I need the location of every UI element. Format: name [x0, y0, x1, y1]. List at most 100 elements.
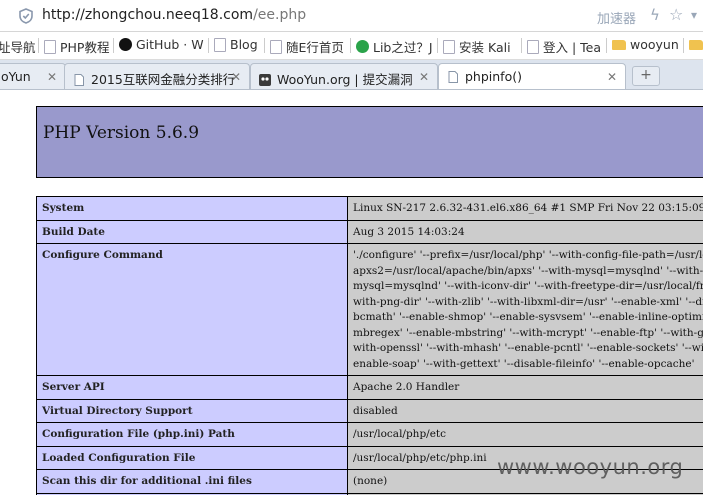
- shield-icon[interactable]: [19, 8, 33, 24]
- row-key: Server API: [36, 375, 348, 400]
- document-icon: [44, 39, 56, 54]
- document-icon: [270, 39, 282, 54]
- value-line: enable-soap' '--with-gettext' '--disable…: [353, 357, 695, 370]
- watermark: www.wooyun.org: [497, 455, 684, 479]
- row-key: System: [36, 196, 348, 221]
- php-version-header: PHP Version 5.6.9: [36, 106, 703, 178]
- value-line: /usr/local/php/etc: [353, 428, 447, 440]
- chevron-down-icon[interactable]: ▾: [691, 8, 697, 22]
- bookmark-separator: [264, 38, 265, 53]
- value-line: bcmath' '--enable-shmop' '--enable-sysvs…: [353, 311, 703, 323]
- close-icon[interactable]: ✕: [47, 70, 57, 84]
- table-row: Build Date Aug 3 2015 14:03:24: [36, 219, 703, 244]
- table-row: Server API Apache 2.0 Handler: [36, 375, 703, 400]
- folder-icon: [689, 39, 703, 50]
- bookmark-item[interactable]: PHP教程: [44, 37, 109, 56]
- tab-active[interactable]: phpinfo() ✕: [438, 63, 626, 89]
- bookmark-item[interactable]: GitHub · W: [119, 37, 204, 52]
- page-title: PHP Version 5.6.9: [43, 123, 200, 143]
- bookmark-label: Blog: [230, 37, 258, 52]
- tab[interactable]: WooYun.org | 提交漏洞 ✕: [250, 63, 438, 89]
- green-circle-icon: [356, 40, 369, 53]
- bookmark-label: Lib之过？J: [373, 40, 433, 55]
- page-icon: [74, 74, 84, 86]
- row-value: disabled: [347, 398, 703, 423]
- wooyun-logo-icon: [259, 74, 271, 86]
- document-icon: [527, 39, 539, 54]
- page-content: PHP Version 5.6.9 System Linux SN-217 2.6…: [0, 90, 703, 495]
- bookmark-label: 址导航: [0, 40, 36, 55]
- table-row: Configuration File (php.ini) Path/usr/lo…: [36, 422, 703, 447]
- tab[interactable]: 2015互联网金融分类排行 ✕: [64, 63, 250, 89]
- url-path: /ee.php: [253, 7, 307, 23]
- row-value: /usr/local/php/etc: [347, 422, 703, 447]
- row-key: Loaded Configuration File: [36, 445, 348, 470]
- value-line: with-openssl' '--with-mhash' '--enable-p…: [353, 342, 703, 354]
- bookmark-separator: [683, 38, 684, 53]
- row-key: Configure Command: [36, 243, 348, 376]
- bookmark-item[interactable]: 安装 Kali: [443, 37, 511, 56]
- address-bar[interactable]: http://zhongchou.neeq18.com/ee.php 加速器 ϟ…: [0, 0, 703, 32]
- bookmark-item[interactable]: wooyun: [612, 37, 679, 52]
- bookmark-item[interactable]: 登入 | Tea: [527, 37, 601, 56]
- close-icon[interactable]: ✕: [607, 70, 617, 84]
- tab-strip: oYun ✕ 2015互联网金融分类排行 ✕ WooYun.org | 提交漏洞…: [0, 60, 703, 90]
- tab-title: WooYun.org | 提交漏洞: [277, 72, 413, 87]
- document-icon: [443, 39, 455, 54]
- new-tab-button[interactable]: +: [632, 66, 660, 86]
- star-icon[interactable]: ☆: [669, 5, 683, 24]
- value-line: apxs2=/usr/local/apache/bin/apxs' '--wit…: [353, 264, 703, 277]
- lightning-icon[interactable]: ϟ: [650, 6, 660, 24]
- accelerator-button[interactable]: 加速器: [597, 8, 636, 27]
- table-row: System Linux SN-217 2.6.32-431.el6.x86_64…: [36, 196, 703, 221]
- value-line: Aug 3 2015 14:03:24: [353, 225, 465, 238]
- value-line: Apache 2.0 Handler: [353, 381, 460, 393]
- bookmark-label: wooyun: [630, 37, 679, 52]
- bookmark-separator: [38, 38, 39, 53]
- document-icon: [214, 37, 226, 52]
- bookmark-separator: [350, 38, 351, 53]
- tab[interactable]: oYun ✕: [0, 63, 66, 89]
- phpinfo-table: System Linux SN-217 2.6.32-431.el6.x86_64…: [36, 196, 703, 495]
- row-key: Virtual Directory Support: [36, 398, 348, 423]
- bookmark-separator: [606, 38, 607, 53]
- bookmark-separator: [208, 38, 209, 53]
- value-line: './configure' '--prefix=/usr/local/php' …: [353, 249, 703, 261]
- bookmark-item[interactable]: Lib之过？J: [356, 37, 433, 56]
- bookmarks-bar: 址导航 PHP教程 GitHub · W Blog 随E行首页 Lib之过？J …: [0, 32, 703, 60]
- bookmark-item[interactable]: 随E行首页: [270, 37, 344, 56]
- value-line: mbregex' '--enable-mbstring' '--with-mcr…: [353, 326, 703, 339]
- table-row: Configure Command './configure' '--prefix…: [36, 243, 703, 376]
- bookmark-separator: [437, 38, 438, 53]
- url-host: zhongchou.neeq18.com: [84, 7, 254, 23]
- row-key: Configuration File (php.ini) Path: [36, 422, 348, 447]
- bookmark-separator: [113, 38, 114, 53]
- table-row: Virtual Directory Support disabled: [36, 398, 703, 423]
- bookmark-item[interactable]: Blog: [214, 37, 258, 52]
- close-icon[interactable]: ✕: [231, 70, 241, 84]
- url-text[interactable]: http://zhongchou.neeq18.com/ee.php: [42, 7, 306, 23]
- bookmark-label: 安装 Kali: [459, 40, 511, 55]
- value-line: mysql=mysqlnd' '--with-iconv-dir' '--wit…: [353, 280, 703, 292]
- row-key: Scan this dir for additional .ini files: [36, 469, 348, 494]
- bookmark-label: 登入 | Tea: [543, 40, 602, 55]
- page-icon: [448, 71, 458, 83]
- row-key: Build Date: [36, 219, 348, 244]
- bookmark-label: GitHub · W: [136, 37, 204, 52]
- row-value: Apache 2.0 Handler: [347, 375, 703, 400]
- close-icon[interactable]: ✕: [419, 70, 429, 84]
- row-value: Aug 3 2015 14:03:24: [347, 219, 703, 244]
- bookmark-item[interactable]: 址导航: [0, 37, 36, 56]
- bookmark-item[interactable]: ha: [689, 37, 703, 52]
- row-value: './configure' '--prefix=/usr/local/php' …: [347, 243, 703, 376]
- tab-title: phpinfo(): [465, 69, 522, 84]
- tab-title: 2015互联网金融分类排行: [91, 72, 236, 87]
- bookmark-label: 随E行首页: [286, 40, 344, 55]
- folder-icon: [612, 39, 626, 50]
- value-line: Linux SN-217 2.6.32-431.el6.x86_64 #1 SM…: [353, 202, 703, 214]
- bookmark-label: PHP教程: [60, 40, 110, 55]
- tab-title: oYun: [1, 69, 31, 84]
- row-value: Linux SN-217 2.6.32-431.el6.x86_64 #1 SM…: [347, 196, 703, 221]
- value-line: with-png-dir' '--with-zlib' '--with-libx…: [353, 295, 703, 308]
- url-scheme: http://: [42, 7, 85, 23]
